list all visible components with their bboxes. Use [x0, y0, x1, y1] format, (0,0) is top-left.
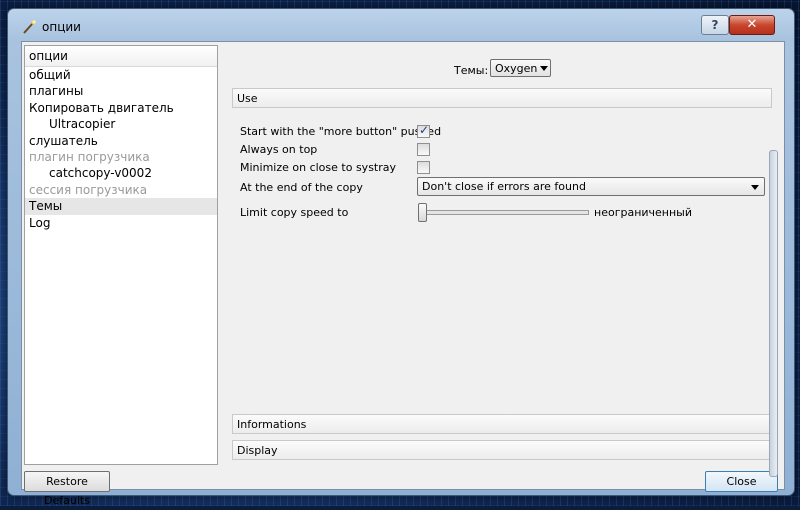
more-button-checkbox[interactable]: ✓ — [417, 123, 430, 138]
wand-icon — [23, 20, 36, 34]
sidebar-item-ultracopier[interactable]: Ultracopier — [25, 116, 217, 132]
restore-defaults-button[interactable]: Restore Defaults — [24, 471, 110, 507]
sidebar-item-general[interactable]: общий — [25, 67, 217, 83]
sidebar-item-plugin-loader[interactable]: плагин погрузчика — [25, 149, 217, 165]
sidebar-item-log[interactable]: Log — [25, 215, 217, 231]
sidebar-item-copy-engine[interactable]: Копировать двигатель — [25, 100, 217, 116]
sidebar-item-plugins[interactable]: плагины — [25, 83, 217, 99]
list-header: опции — [25, 46, 217, 67]
speed-limit-value: неограниченный — [594, 206, 693, 219]
end-of-copy-value: Don't close if errors are found — [422, 180, 586, 193]
help-button[interactable]: ? — [701, 15, 729, 35]
sidebar-items: общий плагины Копировать двигатель Ultra… — [25, 67, 217, 231]
sidebar-item-themes[interactable]: Темы — [25, 198, 217, 215]
themes-settings-panel: Темы: Oxygen Use Start with the "more bu… — [221, 45, 781, 463]
section-display-header[interactable]: Display — [232, 440, 772, 460]
close-button[interactable]: Close — [705, 471, 778, 492]
options-category-list[interactable]: опции общий плагины Копировать двигатель… — [24, 45, 218, 465]
more-button-label: Start with the "more button" pushed — [240, 125, 442, 138]
window-title: опции — [42, 20, 81, 34]
section-use-header[interactable]: Use — [232, 88, 772, 108]
chevron-down-icon — [751, 185, 759, 190]
speed-slider-handle[interactable] — [418, 203, 427, 222]
options-dialog: опции ? ✕ опции общий плагины Копировать… — [7, 8, 795, 507]
minimize-systray-checkbox[interactable] — [417, 161, 430, 174]
speed-slider-track[interactable] — [424, 210, 589, 215]
minimize-systray-label: Minimize on close to systray — [240, 161, 397, 174]
themes-dropdown-value: Oxygen — [495, 62, 538, 75]
background-window-scrollbar — [769, 150, 778, 477]
always-on-top-checkbox[interactable] — [417, 143, 430, 156]
end-of-copy-label: At the end of the copy — [240, 181, 363, 194]
sidebar-item-catchcopy[interactable]: catchcopy-v0002 — [25, 165, 217, 181]
title-bar[interactable]: опции ? ✕ — [8, 9, 794, 41]
end-of-copy-dropdown[interactable]: Don't close if errors are found — [417, 177, 765, 196]
checkmark-icon: ✓ — [419, 123, 430, 137]
dialog-client-area: опции общий плагины Копировать двигатель… — [21, 41, 785, 507]
chevron-down-icon — [540, 66, 548, 71]
sidebar-item-listener[interactable]: слушатель — [25, 133, 217, 149]
window-close-button[interactable]: ✕ — [729, 15, 775, 35]
sidebar-item-session-loader[interactable]: сессия погрузчика — [25, 182, 217, 198]
limit-speed-label: Limit copy speed to — [240, 206, 349, 219]
themes-dropdown[interactable]: Oxygen — [490, 59, 551, 77]
always-on-top-label: Always on top — [240, 143, 318, 156]
section-informations-header[interactable]: Informations — [232, 414, 772, 434]
themes-label: Темы: — [454, 64, 489, 77]
